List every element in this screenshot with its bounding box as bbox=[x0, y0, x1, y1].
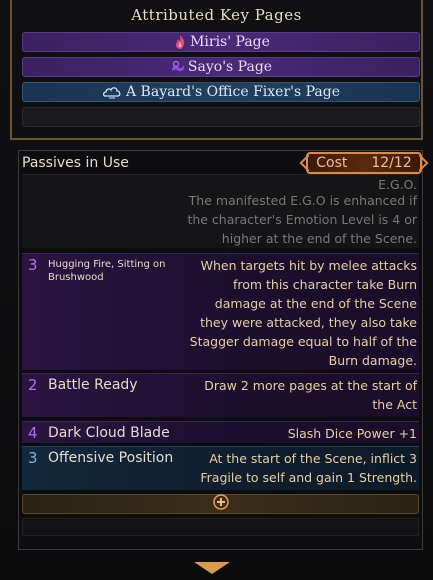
passive-cost: 4 bbox=[28, 424, 38, 442]
cloud-icon bbox=[102, 84, 124, 100]
ego-passive-row[interactable]: E.G.O. The manifested E.G.O is enhanced … bbox=[22, 174, 419, 248]
key-page-panel: Attributed Key Pages Miris' Page Sayo's … bbox=[0, 0, 433, 580]
passive-row[interactable]: 3 Offensive Position At the start of the… bbox=[22, 446, 419, 490]
passive-name: Offensive Position bbox=[48, 450, 174, 466]
passive-description: When targets hit by melee attacks from t… bbox=[189, 258, 417, 368]
passive-name: Hugging Fire, Sitting on Brushwood bbox=[48, 259, 166, 283]
flame-icon bbox=[172, 34, 188, 50]
passive-row[interactable]: 3 Hugging Fire, Sitting on Brushwood Whe… bbox=[22, 253, 419, 370]
key-page-empty-slot[interactable] bbox=[22, 107, 420, 127]
passive-cost: 3 bbox=[28, 449, 38, 467]
panel-title: Attributed Key Pages bbox=[131, 6, 302, 24]
key-page-label: A Bayard's Office Fixer's Page bbox=[126, 84, 340, 100]
passive-row[interactable]: 4 Dark Cloud Blade Slash Dice Power +1 bbox=[22, 421, 419, 443]
plus-icon bbox=[212, 494, 229, 514]
add-passive-button[interactable] bbox=[22, 494, 419, 514]
passive-name: Dark Cloud Blade bbox=[48, 425, 170, 441]
key-page-sayo[interactable]: Sayo's Page bbox=[22, 57, 420, 77]
key-page-label: Miris' Page bbox=[190, 34, 270, 50]
smoke-swirl-icon bbox=[170, 59, 186, 75]
key-page-label: Sayo's Page bbox=[187, 59, 273, 75]
passives-header: Passives in Use bbox=[22, 155, 129, 171]
cost-label: Cost bbox=[316, 155, 348, 171]
passive-description: At the start of the Scene, inflict 3 Fra… bbox=[200, 451, 417, 485]
ego-description: The manifested E.G.O is enhanced if the … bbox=[187, 193, 417, 246]
passive-cost: 2 bbox=[28, 376, 38, 394]
passive-description: Slash Dice Power +1 bbox=[287, 426, 417, 441]
key-page-miris[interactable]: Miris' Page bbox=[22, 32, 420, 52]
empty-passive-slot[interactable] bbox=[22, 518, 419, 536]
passive-row[interactable]: 2 Battle Ready Draw 2 more pages at the … bbox=[22, 373, 419, 417]
passive-name: Battle Ready bbox=[48, 377, 138, 393]
scroll-down-arrow-icon[interactable] bbox=[194, 562, 230, 574]
cost-value: 12/12 bbox=[371, 155, 412, 171]
key-page-bayard[interactable]: A Bayard's Office Fixer's Page bbox=[22, 82, 420, 102]
passive-cost: 3 bbox=[28, 256, 38, 274]
passive-description: Draw 2 more pages at the start of the Ac… bbox=[204, 378, 417, 412]
cost-badge: Cost 12/12 bbox=[306, 152, 422, 174]
